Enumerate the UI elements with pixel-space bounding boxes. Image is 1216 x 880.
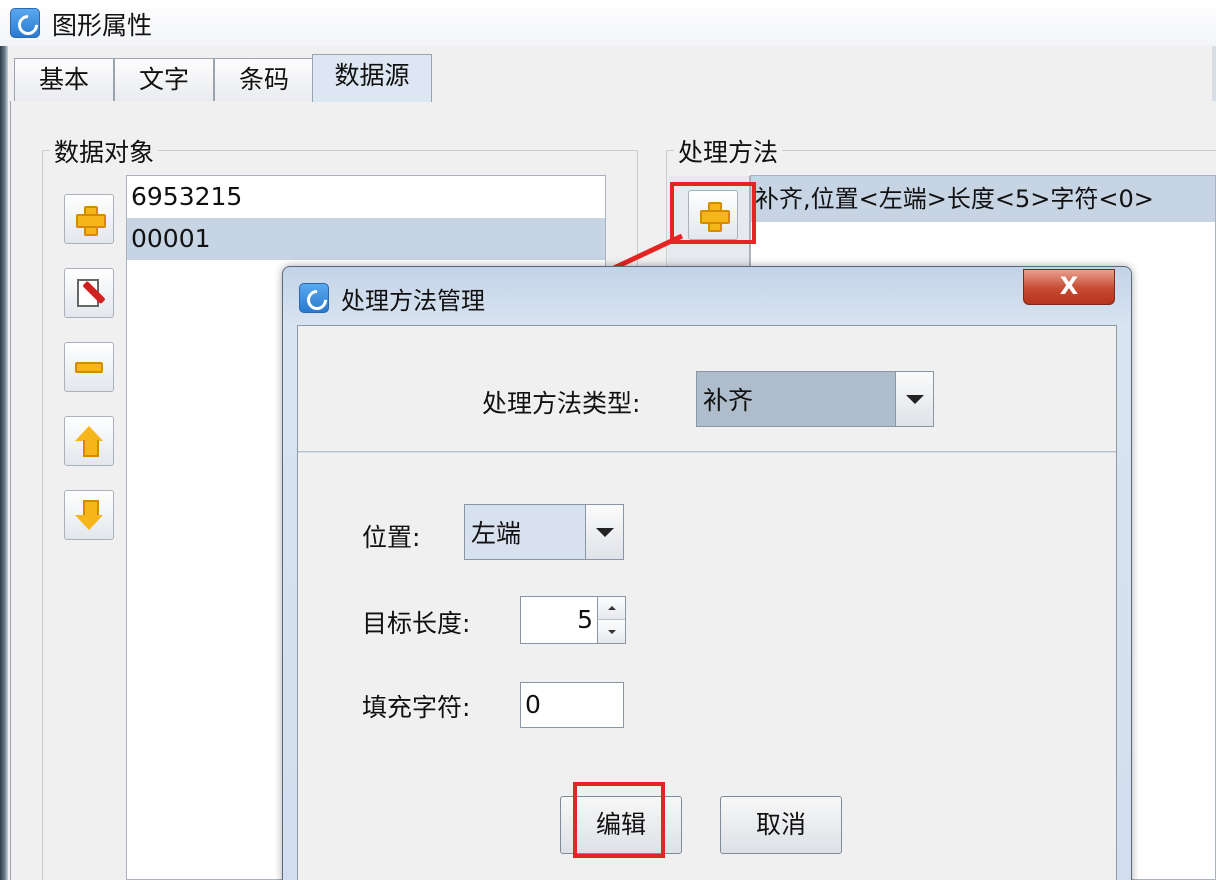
position-label: 位置:: [362, 523, 421, 552]
add-icon: [76, 206, 106, 236]
window-titlebar: 图形属性: [0, 0, 1216, 46]
remove-icon: [75, 361, 103, 373]
method-type-select[interactable]: 补齐: [696, 371, 934, 427]
add-object-button[interactable]: [64, 194, 114, 244]
dialog-title: 处理方法管理: [341, 287, 485, 315]
move-down-button[interactable]: [64, 490, 114, 540]
position-value: 左端: [465, 505, 585, 559]
list-item[interactable]: 00001: [127, 218, 605, 260]
list-item[interactable]: 补齐,位置<左端>长度<5>字符<0>: [751, 176, 1215, 222]
app-icon: [10, 8, 40, 38]
target-length-value[interactable]: 5: [521, 597, 597, 643]
tab-datasource[interactable]: 数据源: [312, 54, 432, 102]
target-length-label: 目标长度:: [362, 609, 471, 638]
spin-down-icon[interactable]: [597, 620, 625, 643]
processing-method-dialog: 处理方法管理 X 处理方法类型: 补齐 位置: 左端 目标长度: 5 填充字符:…: [282, 266, 1132, 880]
fill-char-input[interactable]: 0: [520, 682, 624, 728]
position-select[interactable]: 左端: [464, 504, 624, 560]
cancel-button[interactable]: 取消: [720, 796, 842, 854]
dialog-separator: [298, 451, 1116, 453]
tab-basic[interactable]: 基本: [14, 58, 114, 102]
window-title: 图形属性: [52, 11, 153, 40]
move-up-button[interactable]: [64, 416, 114, 466]
move-down-icon: [75, 500, 103, 530]
highlight-box-edit: [573, 782, 665, 858]
target-length-stepper[interactable]: 5: [520, 596, 626, 644]
remove-object-button[interactable]: [64, 342, 114, 392]
edit-icon: [75, 277, 106, 309]
tab-text[interactable]: 文字: [114, 58, 214, 102]
dialog-body: 处理方法类型: 补齐 位置: 左端 目标长度: 5 填充字符: 0 编辑 取消: [297, 325, 1117, 880]
processing-method-legend: 处理方法: [674, 138, 783, 168]
chevron-down-icon[interactable]: [895, 372, 933, 426]
data-objects-legend: 数据对象: [50, 138, 159, 168]
close-button[interactable]: X: [1023, 269, 1115, 305]
spin-up-icon[interactable]: [597, 597, 625, 620]
list-item[interactable]: 6953215: [127, 176, 605, 218]
fill-char-label: 填充字符:: [362, 693, 471, 722]
method-type-label: 处理方法类型:: [482, 389, 641, 418]
method-type-value: 补齐: [697, 372, 895, 426]
chevron-down-icon[interactable]: [585, 505, 623, 559]
dialog-app-icon: [299, 283, 329, 313]
window-frame-left: [0, 46, 8, 880]
edit-object-button[interactable]: [64, 268, 114, 318]
tab-barcode[interactable]: 条码: [214, 58, 314, 102]
tab-strip: 基本 文字 条码 数据源: [10, 52, 1216, 102]
move-up-icon: [75, 426, 103, 457]
